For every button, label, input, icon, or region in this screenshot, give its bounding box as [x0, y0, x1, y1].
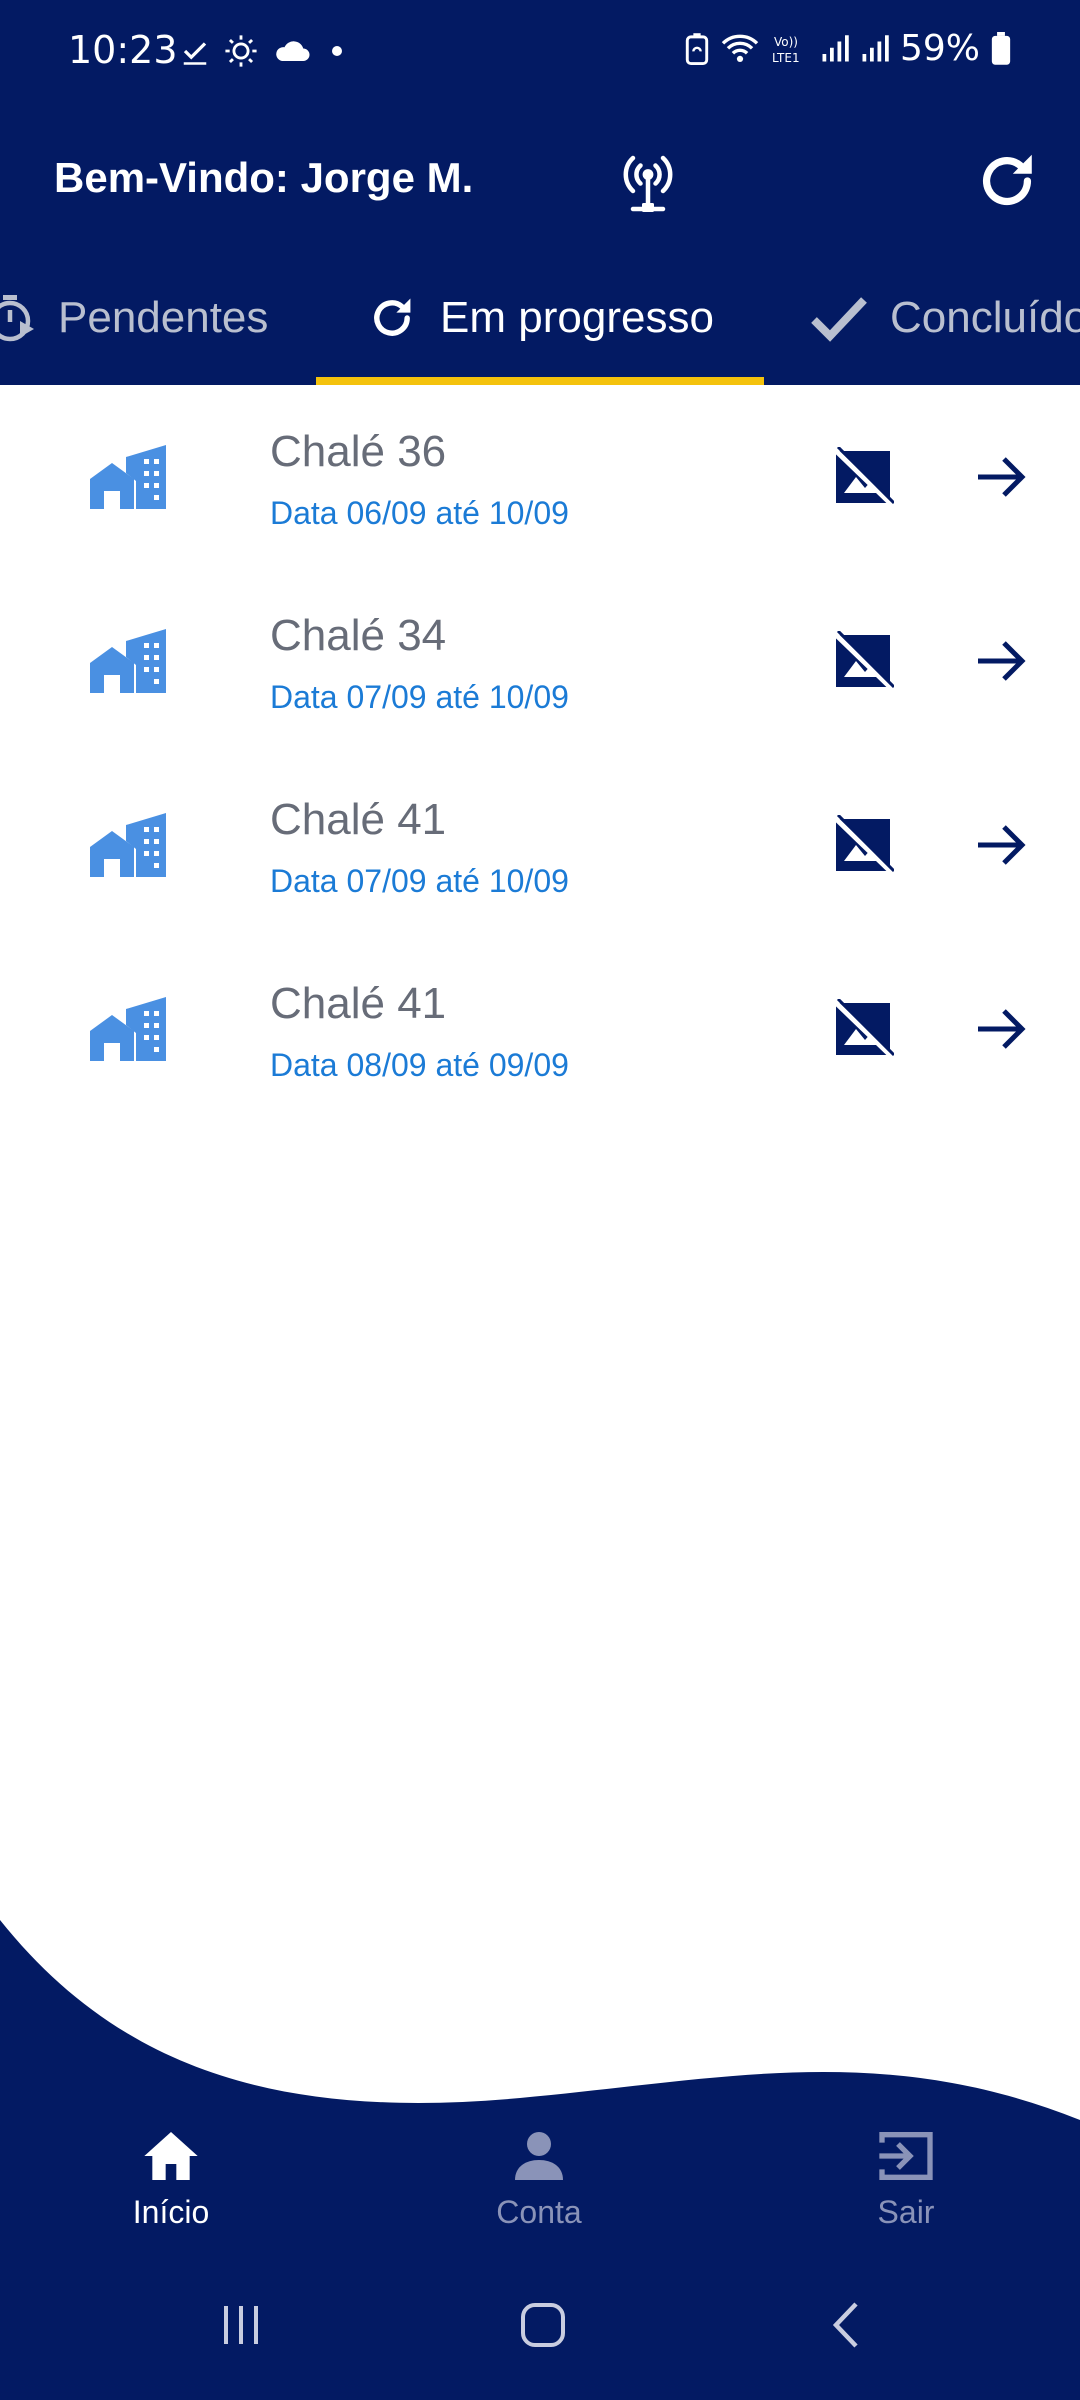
tab-concluido[interactable]: Concluído	[810, 250, 1080, 385]
svg-text:LTE1: LTE1	[772, 51, 800, 65]
timer-icon	[0, 294, 34, 341]
home-icon	[144, 2132, 198, 2180]
arrow-right-icon[interactable]	[974, 1001, 1030, 1057]
battery-saver-icon	[685, 32, 709, 65]
person-icon	[515, 2132, 563, 2180]
nav-label: Conta	[496, 2194, 582, 2230]
refresh-icon	[374, 298, 411, 336]
reservation-list: Chalé 36 Data 06/09 até 10/09 Chalé 34 D…	[0, 385, 1080, 1121]
no-image-icon[interactable]	[834, 815, 894, 875]
recent-apps-icon[interactable]	[206, 2290, 276, 2360]
tab-label: Concluído	[890, 292, 1080, 342]
item-date: Data 07/09 até 10/09	[270, 863, 569, 899]
item-date: Data 06/09 até 10/09	[270, 495, 569, 531]
arrow-right-icon[interactable]	[974, 817, 1030, 873]
antenna-icon[interactable]	[612, 146, 684, 218]
home-button-icon[interactable]	[508, 2290, 578, 2360]
svg-text:Vo)): Vo))	[774, 35, 798, 49]
nav-conta[interactable]: Conta	[439, 2100, 639, 2250]
volte-icon: Vo)) LTE1	[772, 35, 800, 65]
item-title: Chalé 41	[270, 979, 447, 1028]
no-image-icon[interactable]	[834, 631, 894, 691]
nav-inicio[interactable]: Início	[71, 2100, 271, 2250]
item-title: Chalé 41	[270, 795, 447, 844]
cloud-icon	[276, 41, 310, 61]
building-icon	[90, 813, 166, 877]
nav-label: Sair	[877, 2194, 935, 2230]
bottom-nav: Início Conta Sair	[0, 2100, 1080, 2250]
app-header: Bem-Vindo: Jorge M.	[0, 110, 1080, 250]
building-icon	[90, 997, 166, 1061]
tab-label: Pendentes	[58, 292, 269, 342]
list-item[interactable]: Chalé 34 Data 07/09 até 10/09	[0, 569, 1080, 753]
building-icon	[90, 629, 166, 693]
battery-percent: 59%	[899, 28, 980, 69]
tab-label: Em progresso	[440, 292, 714, 342]
signal-icon	[862, 34, 889, 61]
list-item[interactable]: Chalé 41 Data 08/09 até 09/09	[0, 937, 1080, 1121]
no-image-icon[interactable]	[834, 999, 894, 1059]
dot-icon	[332, 46, 342, 56]
tab-em-progresso[interactable]: Em progresso	[316, 250, 764, 385]
status-tabs: Pendentes Em progresso Concluído	[0, 250, 1080, 385]
nav-label: Início	[132, 2194, 210, 2230]
refresh-icon[interactable]	[972, 146, 1042, 216]
status-bar: 10:23 Vo)) LTE1 59%	[0, 0, 1080, 110]
item-title: Chalé 36	[270, 427, 447, 476]
arrow-right-icon[interactable]	[974, 449, 1030, 505]
wifi-icon	[721, 34, 759, 62]
arrow-right-icon[interactable]	[974, 633, 1030, 689]
tab-pendentes[interactable]: Pendentes	[0, 250, 268, 385]
battery-icon	[991, 31, 1011, 65]
no-image-icon[interactable]	[834, 447, 894, 507]
nav-sair[interactable]: Sair	[806, 2100, 1006, 2250]
item-date: Data 07/09 até 10/09	[270, 679, 569, 715]
status-time: 10:23	[68, 28, 178, 72]
item-title: Chalé 34	[270, 611, 447, 660]
welcome-text: Bem-Vindo: Jorge M.	[54, 154, 474, 201]
building-icon	[90, 445, 166, 509]
list-item[interactable]: Chalé 36 Data 06/09 até 10/09	[0, 385, 1080, 569]
item-date: Data 08/09 até 09/09	[270, 1047, 569, 1083]
exit-icon	[879, 2132, 933, 2180]
brightness-icon	[225, 35, 257, 67]
system-nav-bar	[0, 2250, 1080, 2400]
list-item[interactable]: Chalé 41 Data 07/09 até 10/09	[0, 753, 1080, 937]
signal-icon	[822, 34, 849, 61]
check-icon	[183, 42, 207, 65]
back-icon[interactable]	[812, 2290, 882, 2360]
check-icon	[811, 296, 867, 342]
active-tab-indicator	[316, 377, 764, 385]
